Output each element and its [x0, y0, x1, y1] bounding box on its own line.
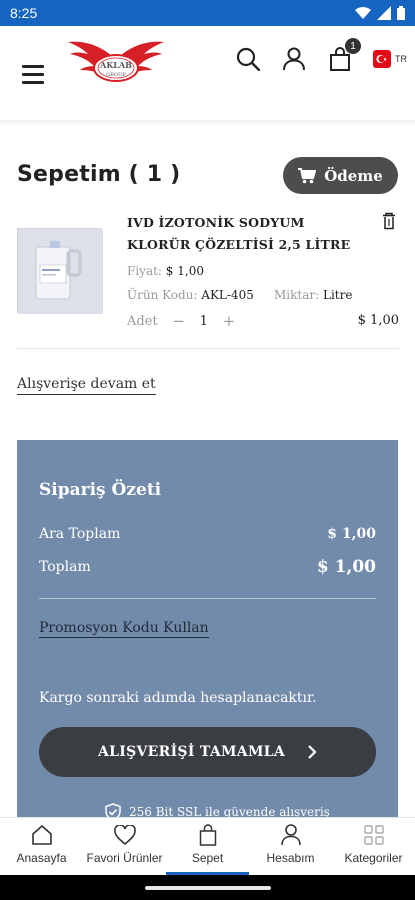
nav-label-categories: Kategoriler	[344, 851, 403, 865]
line-total: $ 1,00	[357, 313, 399, 328]
cart-count-badge: 1	[345, 38, 361, 54]
aklab-logo[interactable]: AKLAB GROUP	[66, 38, 166, 92]
grid-icon	[362, 823, 386, 847]
product-image[interactable]	[17, 228, 103, 314]
quantity-decrease-button[interactable]: −	[172, 312, 186, 330]
quantity-stepper: Adet − 1 +	[127, 312, 236, 330]
checkout-button[interactable]: Ödeme	[283, 157, 398, 194]
product-unit: Litre	[322, 288, 353, 302]
nav-label-home: Anasayfa	[16, 851, 67, 865]
nav-label-cart: Sepet	[191, 851, 224, 865]
home-icon	[30, 823, 54, 847]
nav-item-account[interactable]: Hesabım	[249, 818, 332, 875]
code-label: Ürün Kodu:	[127, 288, 198, 302]
quantity-value[interactable]: 1	[200, 314, 208, 329]
status-bar: 8:25	[0, 0, 415, 26]
bag-icon	[196, 823, 220, 847]
quantity-increase-button[interactable]: +	[222, 312, 236, 330]
cart-icon	[298, 167, 317, 183]
home-gesture-bar[interactable]	[144, 885, 271, 890]
quantity-label: Adet	[127, 313, 158, 329]
shipping-note: Kargo sonraki adımda hesaplanacaktır.	[39, 690, 317, 706]
trash-icon[interactable]	[381, 212, 397, 230]
nav-label-account: Hesabım	[266, 851, 315, 865]
system-navigation-bar	[0, 875, 415, 900]
logo-text: AKLAB	[99, 60, 132, 70]
system-icons	[355, 6, 405, 20]
cart-button[interactable]: 1	[327, 38, 361, 72]
nav-item-favorites[interactable]: Favori Ürünler	[83, 818, 166, 875]
summary-divider	[39, 598, 376, 599]
subtotal-label: Ara Toplam	[39, 526, 121, 542]
total-label: Toplam	[39, 559, 91, 575]
order-summary: Sipariş Özeti Ara Toplam $ 1,00 Toplam $…	[17, 440, 398, 821]
product-code: AKL-405	[201, 288, 254, 302]
total-value: $ 1,00	[316, 557, 376, 577]
logo-subtext: GROUP	[106, 72, 126, 78]
subtotal-value: $ 1,00	[327, 526, 376, 542]
account-button[interactable]	[281, 46, 307, 72]
subtotal-row: Ara Toplam $ 1,00	[39, 526, 376, 542]
checkout-button-label: Ödeme	[324, 166, 383, 185]
price-meta: Fiyat: $ 1,00	[127, 264, 204, 278]
complete-order-label: ALIŞVERİŞİ TAMAMLA	[97, 744, 286, 760]
language-code: TR	[395, 54, 407, 64]
nav-item-categories[interactable]: Kategoriler	[332, 818, 415, 875]
code-meta: Ürün Kodu: AKL-405	[127, 288, 254, 302]
total-row: Toplam $ 1,00	[39, 557, 376, 577]
signal-icon	[377, 6, 391, 20]
unit-meta: Miktar: Litre	[274, 288, 352, 302]
promo-code-link[interactable]: Promosyon Kodu Kullan	[39, 620, 209, 638]
heart-icon	[113, 823, 137, 847]
status-time: 8:25	[10, 5, 38, 21]
price-label: Fiyat:	[127, 264, 162, 278]
battery-icon	[397, 6, 405, 20]
item-divider	[17, 348, 399, 349]
header-divider	[0, 120, 415, 126]
chevron-right-icon	[308, 745, 317, 759]
nav-item-home[interactable]: Anasayfa	[0, 818, 83, 875]
cart-item: IVD İZOTONİK SODYUM KLORÜR ÇÖZELTİSİ 2,5…	[17, 208, 401, 350]
search-button[interactable]	[235, 46, 261, 72]
product-name[interactable]: IVD İZOTONİK SODYUM KLORÜR ÇÖZELTİSİ 2,5…	[127, 212, 367, 256]
header-actions: 1 TR	[235, 38, 407, 72]
bottom-navigation: Anasayfa Favori Ürünler Sepet Hesabım Ka…	[0, 817, 415, 875]
turkey-flag-icon	[373, 50, 391, 68]
user-icon	[283, 47, 305, 71]
page-title: Sepetim ( 1 )	[17, 162, 181, 187]
hamburger-menu-button[interactable]	[14, 56, 50, 92]
nav-label-favorites: Favori Ürünler	[86, 851, 163, 865]
unit-label: Miktar:	[274, 288, 320, 302]
continue-shopping-link[interactable]: Alışverişe devam et	[17, 376, 156, 395]
unit-price: $ 1,00	[165, 264, 204, 278]
search-icon	[236, 47, 260, 71]
user-icon	[279, 823, 303, 847]
summary-title: Sipariş Özeti	[39, 480, 162, 500]
nav-item-cart[interactable]: Sepet	[166, 818, 249, 875]
language-selector[interactable]: TR	[373, 50, 407, 68]
wifi-icon	[355, 6, 371, 20]
complete-order-button[interactable]: ALIŞVERİŞİ TAMAMLA	[39, 727, 376, 777]
